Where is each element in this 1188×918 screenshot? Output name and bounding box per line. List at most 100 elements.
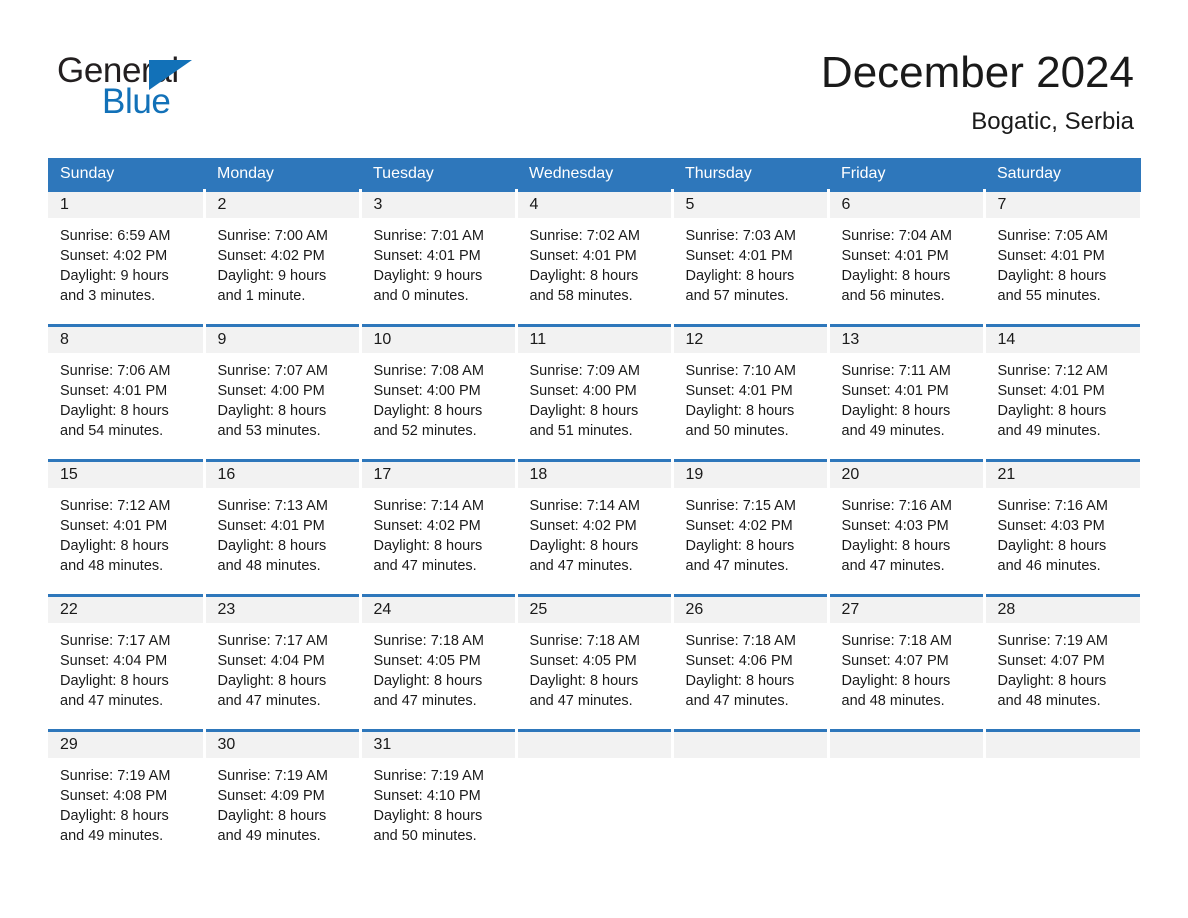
calendar-day-cell[interactable]: 29 Sunrise: 7:19 AM Sunset: 4:08 PM Dayligh… (48, 729, 206, 866)
sunrise-text: Sunrise: 7:14 AM (529, 498, 640, 514)
daylight-text-line2: and 51 minutes. (529, 423, 633, 439)
calendar-day-cell-empty (984, 729, 1140, 866)
sunset-text: Sunset: 4:01 PM (685, 383, 793, 399)
calendar-page: General Blue December 2024 Bogatic, Serb… (0, 0, 1188, 918)
day-number: 8 (48, 327, 203, 353)
calendar-body: 1 Sunrise: 6:59 AM Sunset: 4:02 PM Daylight… (48, 189, 1140, 866)
sunrise-text: Sunrise: 7:11 AM (841, 363, 951, 379)
calendar-day-cell[interactable]: 12 Sunrise: 7:10 AM Sunset: 4:01 PM Dayligh… (672, 324, 830, 461)
daylight-text-line1: Daylight: 8 hours (60, 808, 169, 824)
calendar-day-cell[interactable]: 17 Sunrise: 7:14 AM Sunset: 4:02 PM Dayligh… (360, 459, 518, 596)
day-number: 22 (48, 597, 203, 623)
calendar-day-cell[interactable]: 24 Sunrise: 7:18 AM Sunset: 4:05 PM Dayligh… (360, 594, 518, 731)
column-header-saturday: Saturday (984, 158, 1141, 191)
day-number: 13 (829, 327, 983, 353)
day-details: Sunrise: 7:14 AM Sunset: 4:02 PM Daylight:… (362, 488, 515, 576)
sunset-text: Sunset: 4:06 PM (685, 653, 793, 669)
daylight-text-line2: and 55 minutes. (997, 288, 1101, 304)
day-number: 19 (673, 462, 827, 488)
daylight-text-line2: and 1 minute. (217, 288, 306, 304)
calendar-day-cell[interactable]: 30 Sunrise: 7:19 AM Sunset: 4:09 PM Dayligh… (204, 729, 362, 866)
day-number: 25 (517, 597, 671, 623)
sunset-text: Sunset: 4:04 PM (60, 653, 168, 669)
daylight-text-line2: and 47 minutes. (373, 693, 477, 709)
day-of-week-header-row: Sunday Monday Tuesday Wednesday Thursday… (48, 158, 1141, 191)
day-number: 15 (48, 462, 203, 488)
column-header-tuesday: Tuesday (360, 158, 517, 191)
day-details: Sunrise: 7:13 AM Sunset: 4:01 PM Daylight:… (206, 488, 359, 576)
calendar-day-cell[interactable]: 3 Sunrise: 7:01 AM Sunset: 4:01 PM Daylight… (360, 189, 518, 326)
sunset-text: Sunset: 4:01 PM (997, 383, 1105, 399)
calendar-day-cell[interactable]: 9 Sunrise: 7:07 AM Sunset: 4:00 PM Daylight… (204, 324, 362, 461)
day-number: 4 (517, 192, 671, 218)
calendar-day-cell[interactable]: 11 Sunrise: 7:09 AM Sunset: 4:00 PM Dayligh… (516, 324, 674, 461)
calendar-day-cell[interactable]: 6 Sunrise: 7:04 AM Sunset: 4:01 PM Daylight… (828, 189, 986, 326)
calendar-week-row: 15 Sunrise: 7:12 AM Sunset: 4:01 PM Dayligh… (48, 459, 1140, 596)
daylight-text-line2: and 54 minutes. (60, 423, 164, 439)
calendar-day-cell[interactable]: 31 Sunrise: 7:19 AM Sunset: 4:10 PM Dayligh… (360, 729, 518, 866)
day-number: 12 (673, 327, 827, 353)
daylight-text-line2: and 50 minutes. (373, 828, 477, 844)
daylight-text-line2: and 47 minutes. (529, 558, 633, 574)
day-number: 31 (361, 732, 515, 758)
daylight-text-line1: Daylight: 8 hours (685, 538, 795, 554)
calendar-day-cell[interactable]: 7 Sunrise: 7:05 AM Sunset: 4:01 PM Daylight… (984, 189, 1140, 326)
day-number (673, 732, 827, 758)
calendar-day-cell[interactable]: 1 Sunrise: 6:59 AM Sunset: 4:02 PM Daylight… (48, 189, 206, 326)
daylight-text-line2: and 49 minutes. (60, 828, 164, 844)
column-header-monday: Monday (204, 158, 361, 191)
calendar-day-cell[interactable]: 22 Sunrise: 7:17 AM Sunset: 4:04 PM Dayligh… (48, 594, 206, 731)
calendar-day-cell[interactable]: 8 Sunrise: 7:06 AM Sunset: 4:01 PM Daylight… (48, 324, 206, 461)
calendar-day-cell[interactable]: 14 Sunrise: 7:12 AM Sunset: 4:01 PM Dayligh… (984, 324, 1140, 461)
daylight-text-line1: Daylight: 8 hours (841, 268, 951, 284)
calendar-day-cell[interactable]: 19 Sunrise: 7:15 AM Sunset: 4:02 PM Dayligh… (672, 459, 830, 596)
generalblue-logo[interactable]: General Blue (57, 52, 257, 128)
day-number: 24 (361, 597, 515, 623)
calendar-day-cell[interactable]: 4 Sunrise: 7:02 AM Sunset: 4:01 PM Daylight… (516, 189, 674, 326)
daylight-text-line2: and 3 minutes. (60, 288, 156, 304)
calendar-day-cell[interactable]: 23 Sunrise: 7:17 AM Sunset: 4:04 PM Dayligh… (204, 594, 362, 731)
sunset-text: Sunset: 4:02 PM (373, 518, 481, 534)
daylight-text-line1: Daylight: 8 hours (373, 808, 483, 824)
day-number: 5 (673, 192, 827, 218)
calendar-day-cell[interactable]: 16 Sunrise: 7:13 AM Sunset: 4:01 PM Dayligh… (204, 459, 362, 596)
sunrise-text: Sunrise: 7:18 AM (373, 633, 484, 649)
calendar-day-cell[interactable]: 10 Sunrise: 7:08 AM Sunset: 4:00 PM Dayligh… (360, 324, 518, 461)
calendar-day-cell[interactable]: 2 Sunrise: 7:00 AM Sunset: 4:02 PM Daylight… (204, 189, 362, 326)
day-number: 17 (361, 462, 515, 488)
calendar-day-cell[interactable]: 27 Sunrise: 7:18 AM Sunset: 4:07 PM Dayligh… (828, 594, 986, 731)
day-details: Sunrise: 7:15 AM Sunset: 4:02 PM Daylight:… (674, 488, 827, 576)
day-details: Sunrise: 7:18 AM Sunset: 4:06 PM Daylight:… (674, 623, 827, 711)
calendar-week-row: 29 Sunrise: 7:19 AM Sunset: 4:08 PM Dayligh… (48, 729, 1140, 866)
daylight-text-line1: Daylight: 8 hours (841, 673, 951, 689)
sunset-text: Sunset: 4:01 PM (997, 248, 1105, 264)
calendar-day-cell[interactable]: 13 Sunrise: 7:11 AM Sunset: 4:01 PM Dayligh… (828, 324, 986, 461)
daylight-text-line1: Daylight: 8 hours (373, 538, 483, 554)
sunrise-text: Sunrise: 7:05 AM (997, 228, 1108, 244)
calendar-day-cell-empty (828, 729, 986, 866)
daylight-text-line1: Daylight: 8 hours (997, 403, 1107, 419)
calendar-day-cell[interactable]: 15 Sunrise: 7:12 AM Sunset: 4:01 PM Dayligh… (48, 459, 206, 596)
daylight-text-line2: and 46 minutes. (997, 558, 1101, 574)
calendar-day-cell[interactable]: 26 Sunrise: 7:18 AM Sunset: 4:06 PM Dayligh… (672, 594, 830, 731)
calendar-day-cell[interactable]: 20 Sunrise: 7:16 AM Sunset: 4:03 PM Dayligh… (828, 459, 986, 596)
calendar-day-cell[interactable]: 18 Sunrise: 7:14 AM Sunset: 4:02 PM Dayligh… (516, 459, 674, 596)
sunset-text: Sunset: 4:09 PM (217, 788, 325, 804)
calendar-day-cell[interactable]: 5 Sunrise: 7:03 AM Sunset: 4:01 PM Daylight… (672, 189, 830, 326)
calendar-day-cell[interactable]: 25 Sunrise: 7:18 AM Sunset: 4:05 PM Dayligh… (516, 594, 674, 731)
daylight-text-line2: and 48 minutes. (997, 693, 1101, 709)
daylight-text-line2: and 58 minutes. (529, 288, 633, 304)
daylight-text-line2: and 52 minutes. (373, 423, 477, 439)
sunset-text: Sunset: 4:03 PM (997, 518, 1105, 534)
day-details: Sunrise: 7:12 AM Sunset: 4:01 PM Daylight:… (48, 488, 203, 576)
daylight-text-line1: Daylight: 8 hours (217, 403, 327, 419)
calendar-day-cell[interactable]: 28 Sunrise: 7:19 AM Sunset: 4:07 PM Dayligh… (984, 594, 1140, 731)
sunset-text: Sunset: 4:01 PM (841, 248, 949, 264)
sunrise-text: Sunrise: 7:03 AM (685, 228, 796, 244)
sunrise-text: Sunrise: 7:09 AM (529, 363, 640, 379)
day-details: Sunrise: 7:07 AM Sunset: 4:00 PM Daylight:… (206, 353, 359, 441)
sunset-text: Sunset: 4:01 PM (217, 518, 325, 534)
calendar-day-cell[interactable]: 21 Sunrise: 7:16 AM Sunset: 4:03 PM Dayligh… (984, 459, 1140, 596)
day-number: 7 (985, 192, 1140, 218)
daylight-text-line1: Daylight: 8 hours (60, 403, 169, 419)
